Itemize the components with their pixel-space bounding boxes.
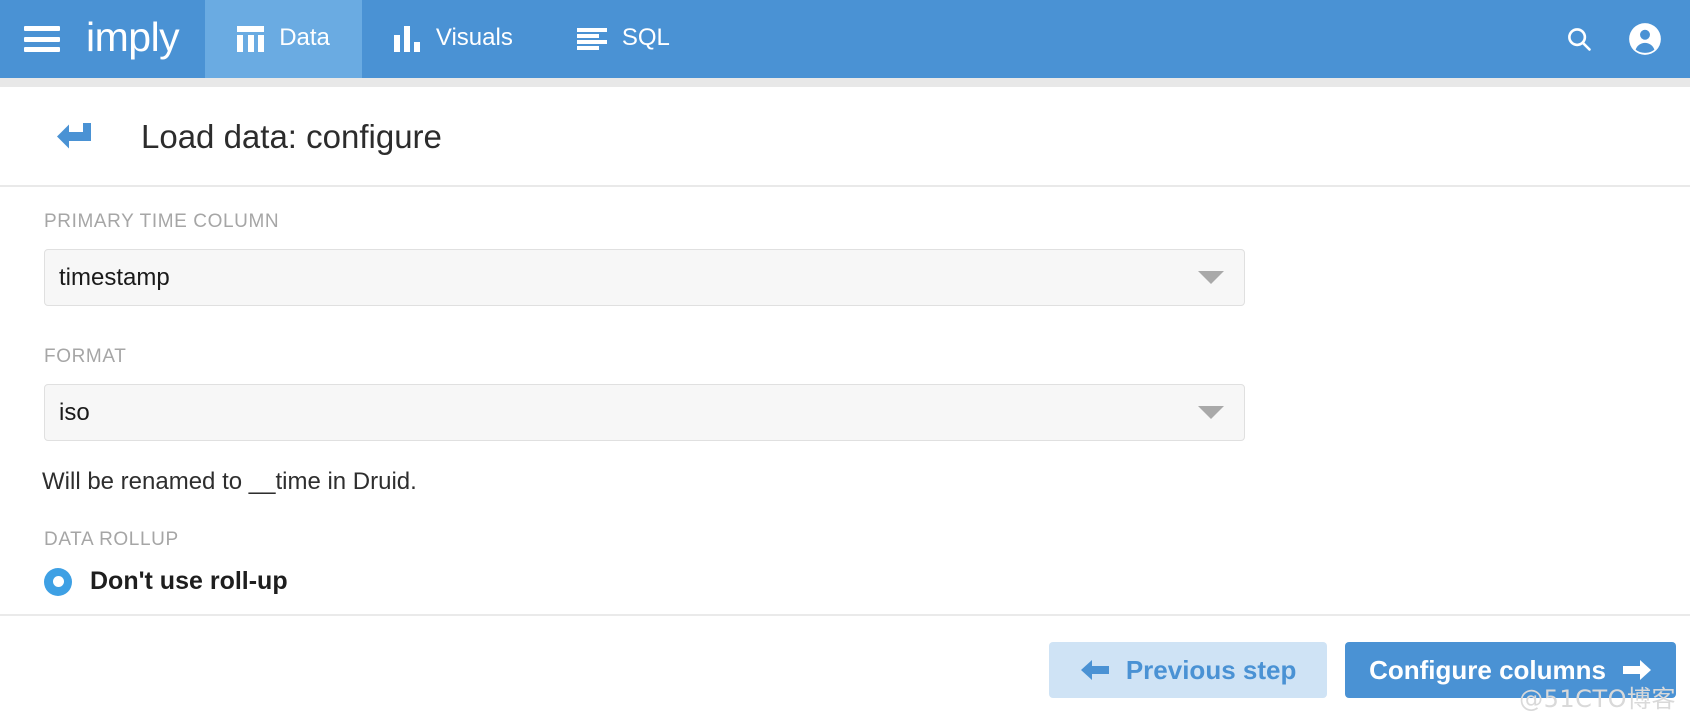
arrow-right-icon [1623, 660, 1651, 680]
text-lines-icon [576, 28, 607, 50]
primary-time-column-label: PRIMARY TIME COLUMN [44, 211, 280, 232]
search-icon[interactable] [1564, 24, 1594, 54]
table-columns-icon [237, 26, 265, 52]
format-value: iso [59, 398, 90, 426]
format-helper-text: Will be renamed to __time in Druid. [42, 468, 417, 495]
arrow-left-icon [1080, 660, 1109, 680]
data-rollup-label: DATA ROLLUP [44, 529, 179, 550]
radio-selected-icon[interactable] [44, 567, 72, 596]
tab-sql-label: SQL [621, 24, 670, 51]
previous-step-label: Previous step [1125, 654, 1297, 685]
chevron-down-icon [1198, 406, 1224, 419]
primary-time-column-select[interactable]: timestamp [44, 249, 1245, 306]
brand-logo[interactable]: imply [86, 16, 180, 62]
page-title: Load data: configure [141, 117, 442, 155]
back-arrow-icon[interactable] [55, 119, 95, 153]
tab-data-label: Data [279, 24, 330, 51]
footer-buttons: Previous step Configure columns [1049, 642, 1676, 698]
previous-step-button[interactable]: Previous step [1049, 642, 1328, 698]
data-rollup-option-label: Don't use roll-up [90, 567, 288, 595]
bar-chart-icon [393, 26, 421, 52]
nav-divider-strip [0, 78, 1690, 87]
data-rollup-option[interactable]: Don't use roll-up [44, 567, 1690, 596]
account-icon[interactable] [1628, 22, 1662, 56]
brand-block: imply [0, 0, 205, 78]
page-header: Load data: configure [0, 87, 1690, 187]
footer-bar: Previous step Configure columns @51CTO博客 [0, 614, 1690, 720]
hamburger-menu-icon[interactable] [24, 26, 60, 52]
tab-data[interactable]: Data [205, 0, 362, 78]
primary-time-column-value: timestamp [59, 263, 170, 291]
configure-columns-button[interactable]: Configure columns [1345, 642, 1676, 698]
tab-sql[interactable]: SQL [545, 0, 702, 78]
format-select[interactable]: iso [44, 384, 1245, 441]
topbar-actions [1564, 0, 1690, 78]
chevron-down-icon [1198, 271, 1224, 284]
tab-visuals[interactable]: Visuals [362, 0, 545, 78]
configure-columns-label: Configure columns [1369, 654, 1606, 685]
tab-visuals-label: Visuals [435, 24, 513, 51]
top-navigation-bar: imply Data Visuals SQL [0, 0, 1690, 78]
configure-form: PRIMARY TIME COLUMN timestamp FORMAT iso… [0, 189, 1690, 659]
format-label: FORMAT [44, 346, 127, 367]
